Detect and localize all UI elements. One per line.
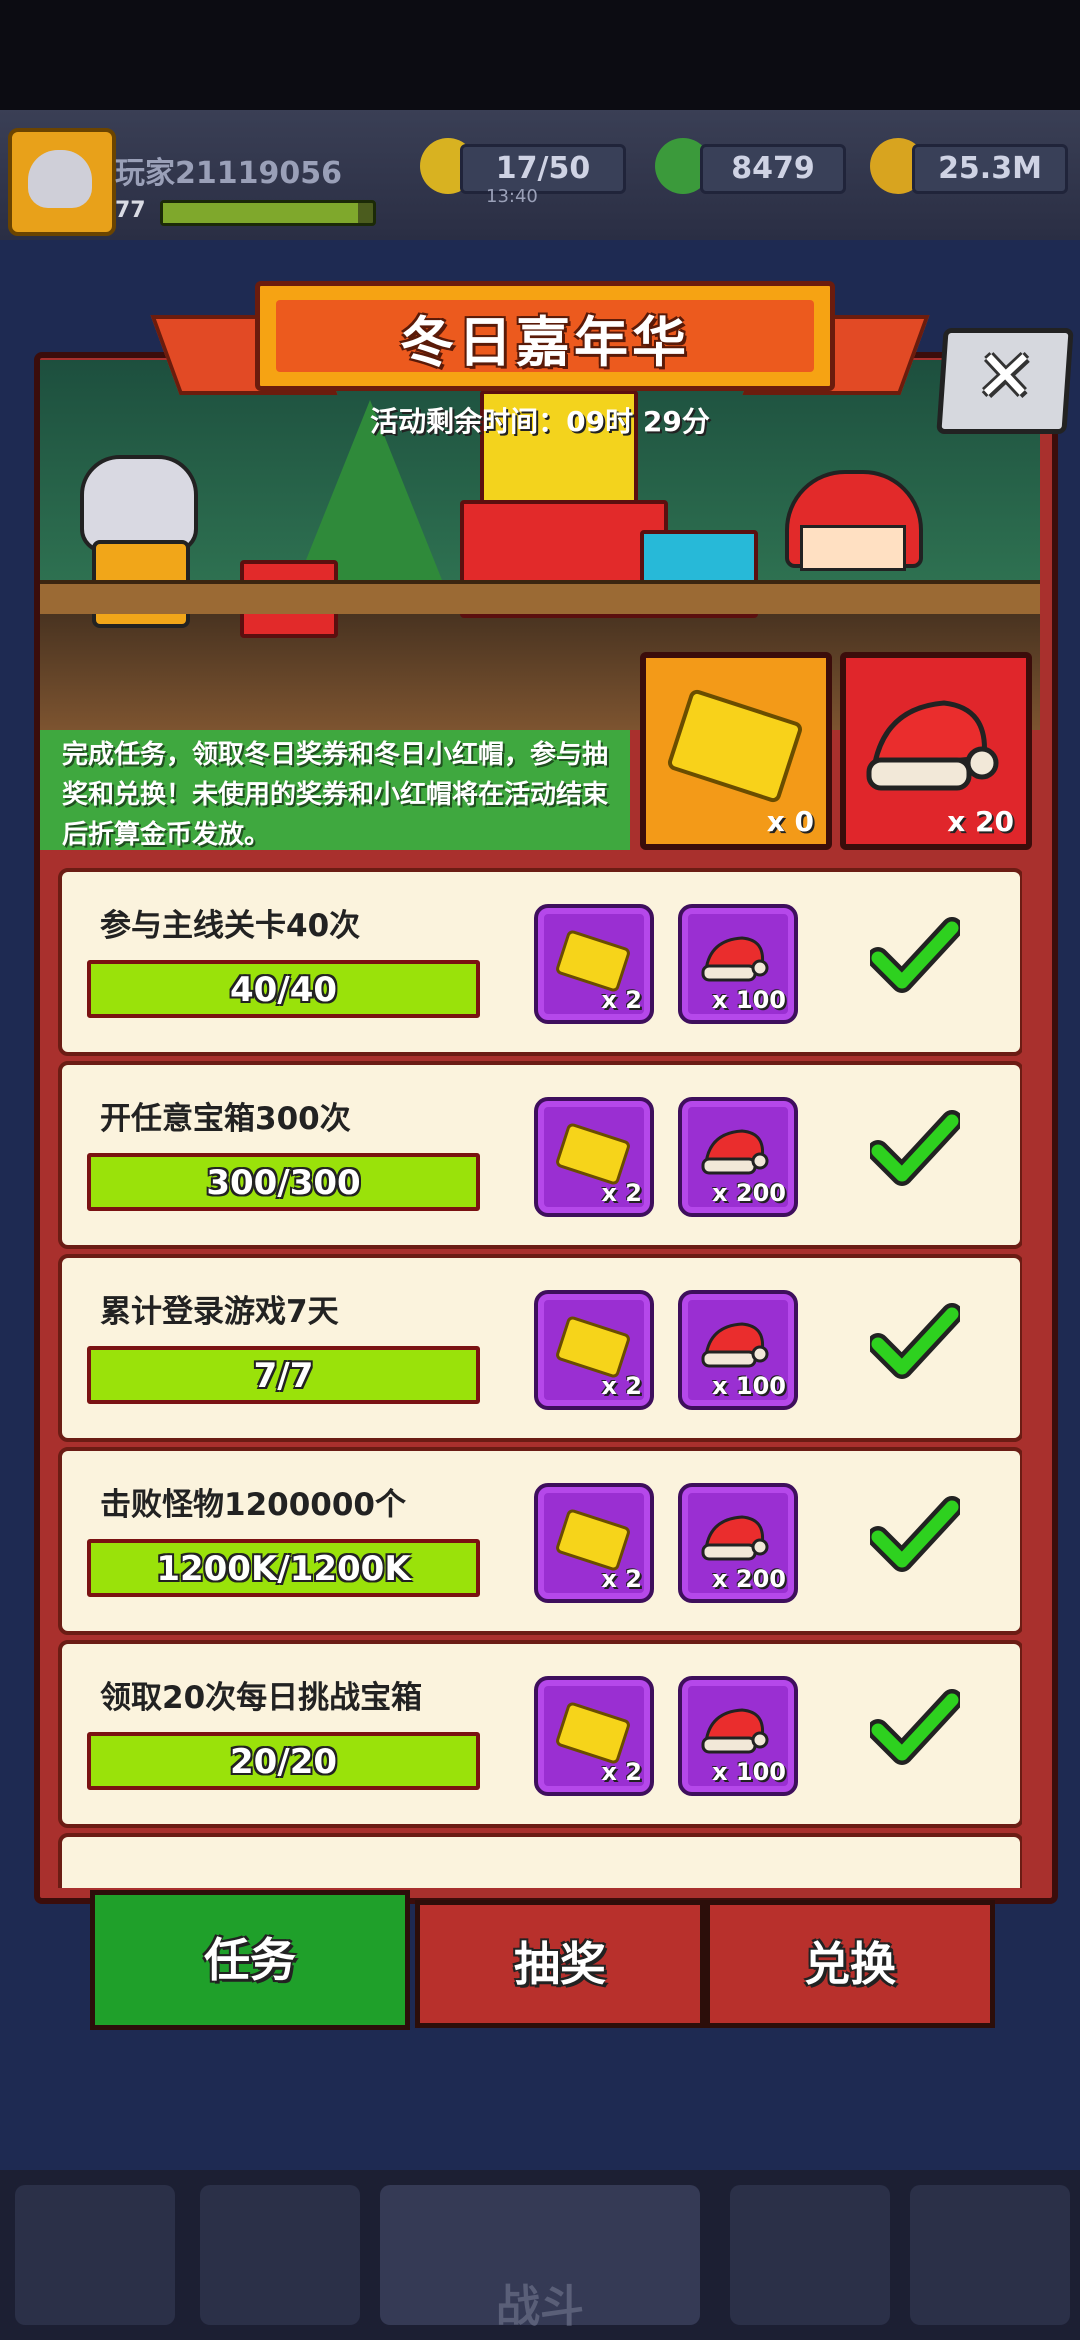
title-ribbon: 冬日嘉年华 (150, 275, 930, 395)
ticket-reward-count: x 2 (601, 1565, 642, 1593)
evolve-nav-button[interactable] (910, 2185, 1070, 2325)
ticket-icon (554, 1507, 632, 1573)
hat-reward[interactable]: x 100 (678, 1290, 798, 1410)
player-avatar[interactable] (8, 128, 116, 236)
tab-lottery[interactable]: 抽奖 (415, 1900, 705, 2028)
ticket-icon (554, 928, 632, 994)
battle-nav-label: 战斗 (496, 2281, 584, 2332)
checkmark-icon (870, 1496, 960, 1572)
task-progress-bar: 300/300 (87, 1153, 480, 1211)
ticket-reward-count: x 2 (601, 986, 642, 1014)
event-title: 冬日嘉年华 (400, 311, 690, 374)
task-progress-bar: 20/20 (87, 1732, 480, 1790)
shop-nav-button[interactable] (15, 2185, 175, 2325)
gem-counter: 8479 (700, 144, 846, 194)
ticket-icon (554, 1314, 632, 1380)
santa-hat-icon (866, 700, 999, 791)
hat-reward-count: x 100 (712, 1758, 786, 1786)
player-level: 77 (115, 198, 146, 223)
task-name: 领取20次每日挑战宝箱 (100, 1680, 423, 1716)
energy-timer: 13:40 (486, 186, 538, 207)
cat-avatar-icon (28, 150, 92, 208)
talent-nav-button[interactable] (730, 2185, 890, 2325)
task-row (58, 1833, 1022, 1888)
ribbon-main: 冬日嘉年华 (255, 281, 835, 391)
checkmark-icon (870, 917, 960, 993)
santa-hat-icon (701, 1322, 769, 1368)
task-row: 参与主线关卡40次 40/40 x 2 x 100 (58, 868, 1022, 1056)
xp-bar (160, 200, 376, 226)
task-row: 领取20次每日挑战宝箱 20/20 x 2 x 100 (58, 1640, 1022, 1828)
checkmark-icon (870, 1110, 960, 1186)
energy-counter: 17/50 (460, 144, 626, 194)
hat-reward[interactable]: x 100 (678, 1676, 798, 1796)
ticket-reward[interactable]: x 2 (534, 904, 654, 1024)
status-bar (0, 0, 1080, 110)
checkmark-icon (870, 1303, 960, 1379)
task-row: 开任意宝箱300次 300/300 x 2 x 200 (58, 1061, 1022, 1249)
ticket-icon (665, 687, 805, 805)
event-timer: 活动剩余时间：09时 29分 (370, 405, 710, 438)
santa-hat-icon (701, 1708, 769, 1754)
close-icon: ✕ (973, 335, 1038, 417)
hat-count: x 20 (947, 805, 1014, 838)
hat-currency-card[interactable]: x 20 (840, 652, 1032, 850)
ticket-count: x 0 (766, 805, 814, 838)
hat-reward[interactable]: x 200 (678, 1483, 798, 1603)
task-name: 参与主线关卡40次 (100, 908, 361, 944)
santa-hat-icon (701, 1515, 769, 1561)
ticket-reward[interactable]: x 2 (534, 1676, 654, 1796)
ticket-reward[interactable]: x 2 (534, 1483, 654, 1603)
task-progress-bar: 40/40 (87, 960, 480, 1018)
ticket-icon (554, 1700, 632, 1766)
cat-hero-icon (80, 455, 198, 553)
task-name: 开任意宝箱300次 (100, 1101, 351, 1137)
hat-reward-count: x 100 (712, 1372, 786, 1400)
event-description: 完成任务，领取冬日奖券和冬日小红帽，参与抽奖和兑换！未使用的奖券和小红帽将在活动… (62, 740, 609, 850)
hat-reward-count: x 200 (712, 1179, 786, 1207)
player-name: 玩家21119056 (115, 156, 342, 191)
weapon-nav-button[interactable] (200, 2185, 360, 2325)
counter-table (40, 580, 1040, 614)
close-button[interactable]: ✕ (936, 328, 1074, 434)
ticket-reward-count: x 2 (601, 1758, 642, 1786)
ticket-reward-count: x 2 (601, 1372, 642, 1400)
hat-reward-count: x 200 (712, 1565, 786, 1593)
coin-counter: 25.3M (912, 144, 1068, 194)
hat-reward[interactable]: x 100 (678, 904, 798, 1024)
ninja-face (800, 525, 906, 571)
task-progress-bar: 1200K/1200K (87, 1539, 480, 1597)
task-list[interactable]: 参与主线关卡40次 40/40 x 2 x 100 开任意宝箱300次 300/300 x … (58, 868, 1022, 1888)
tab-exchange[interactable]: 兑换 (705, 1900, 995, 2028)
checkmark-icon (870, 1689, 960, 1765)
ticket-reward-count: x 2 (601, 1179, 642, 1207)
task-name: 累计登录游戏7天 (100, 1294, 339, 1330)
santa-hat-icon (701, 1129, 769, 1175)
task-row: 累计登录游戏7天 7/7 x 2 x 100 (58, 1254, 1022, 1442)
santa-hat-icon (701, 936, 769, 982)
hat-reward-count: x 100 (712, 986, 786, 1014)
ticket-reward[interactable]: x 2 (534, 1290, 654, 1410)
xp-bar-fill (163, 203, 359, 223)
ticket-reward[interactable]: x 2 (534, 1097, 654, 1217)
tab-tasks[interactable]: 任务 (90, 1890, 410, 2030)
task-row: 击败怪物1200000个 1200K/1200K x 2 x 200 (58, 1447, 1022, 1635)
ticket-icon (554, 1121, 632, 1187)
ticket-currency-card[interactable]: x 0 (640, 652, 832, 850)
hat-reward[interactable]: x 200 (678, 1097, 798, 1217)
task-name: 击败怪物1200000个 (100, 1487, 406, 1523)
task-progress-bar: 7/7 (87, 1346, 480, 1404)
